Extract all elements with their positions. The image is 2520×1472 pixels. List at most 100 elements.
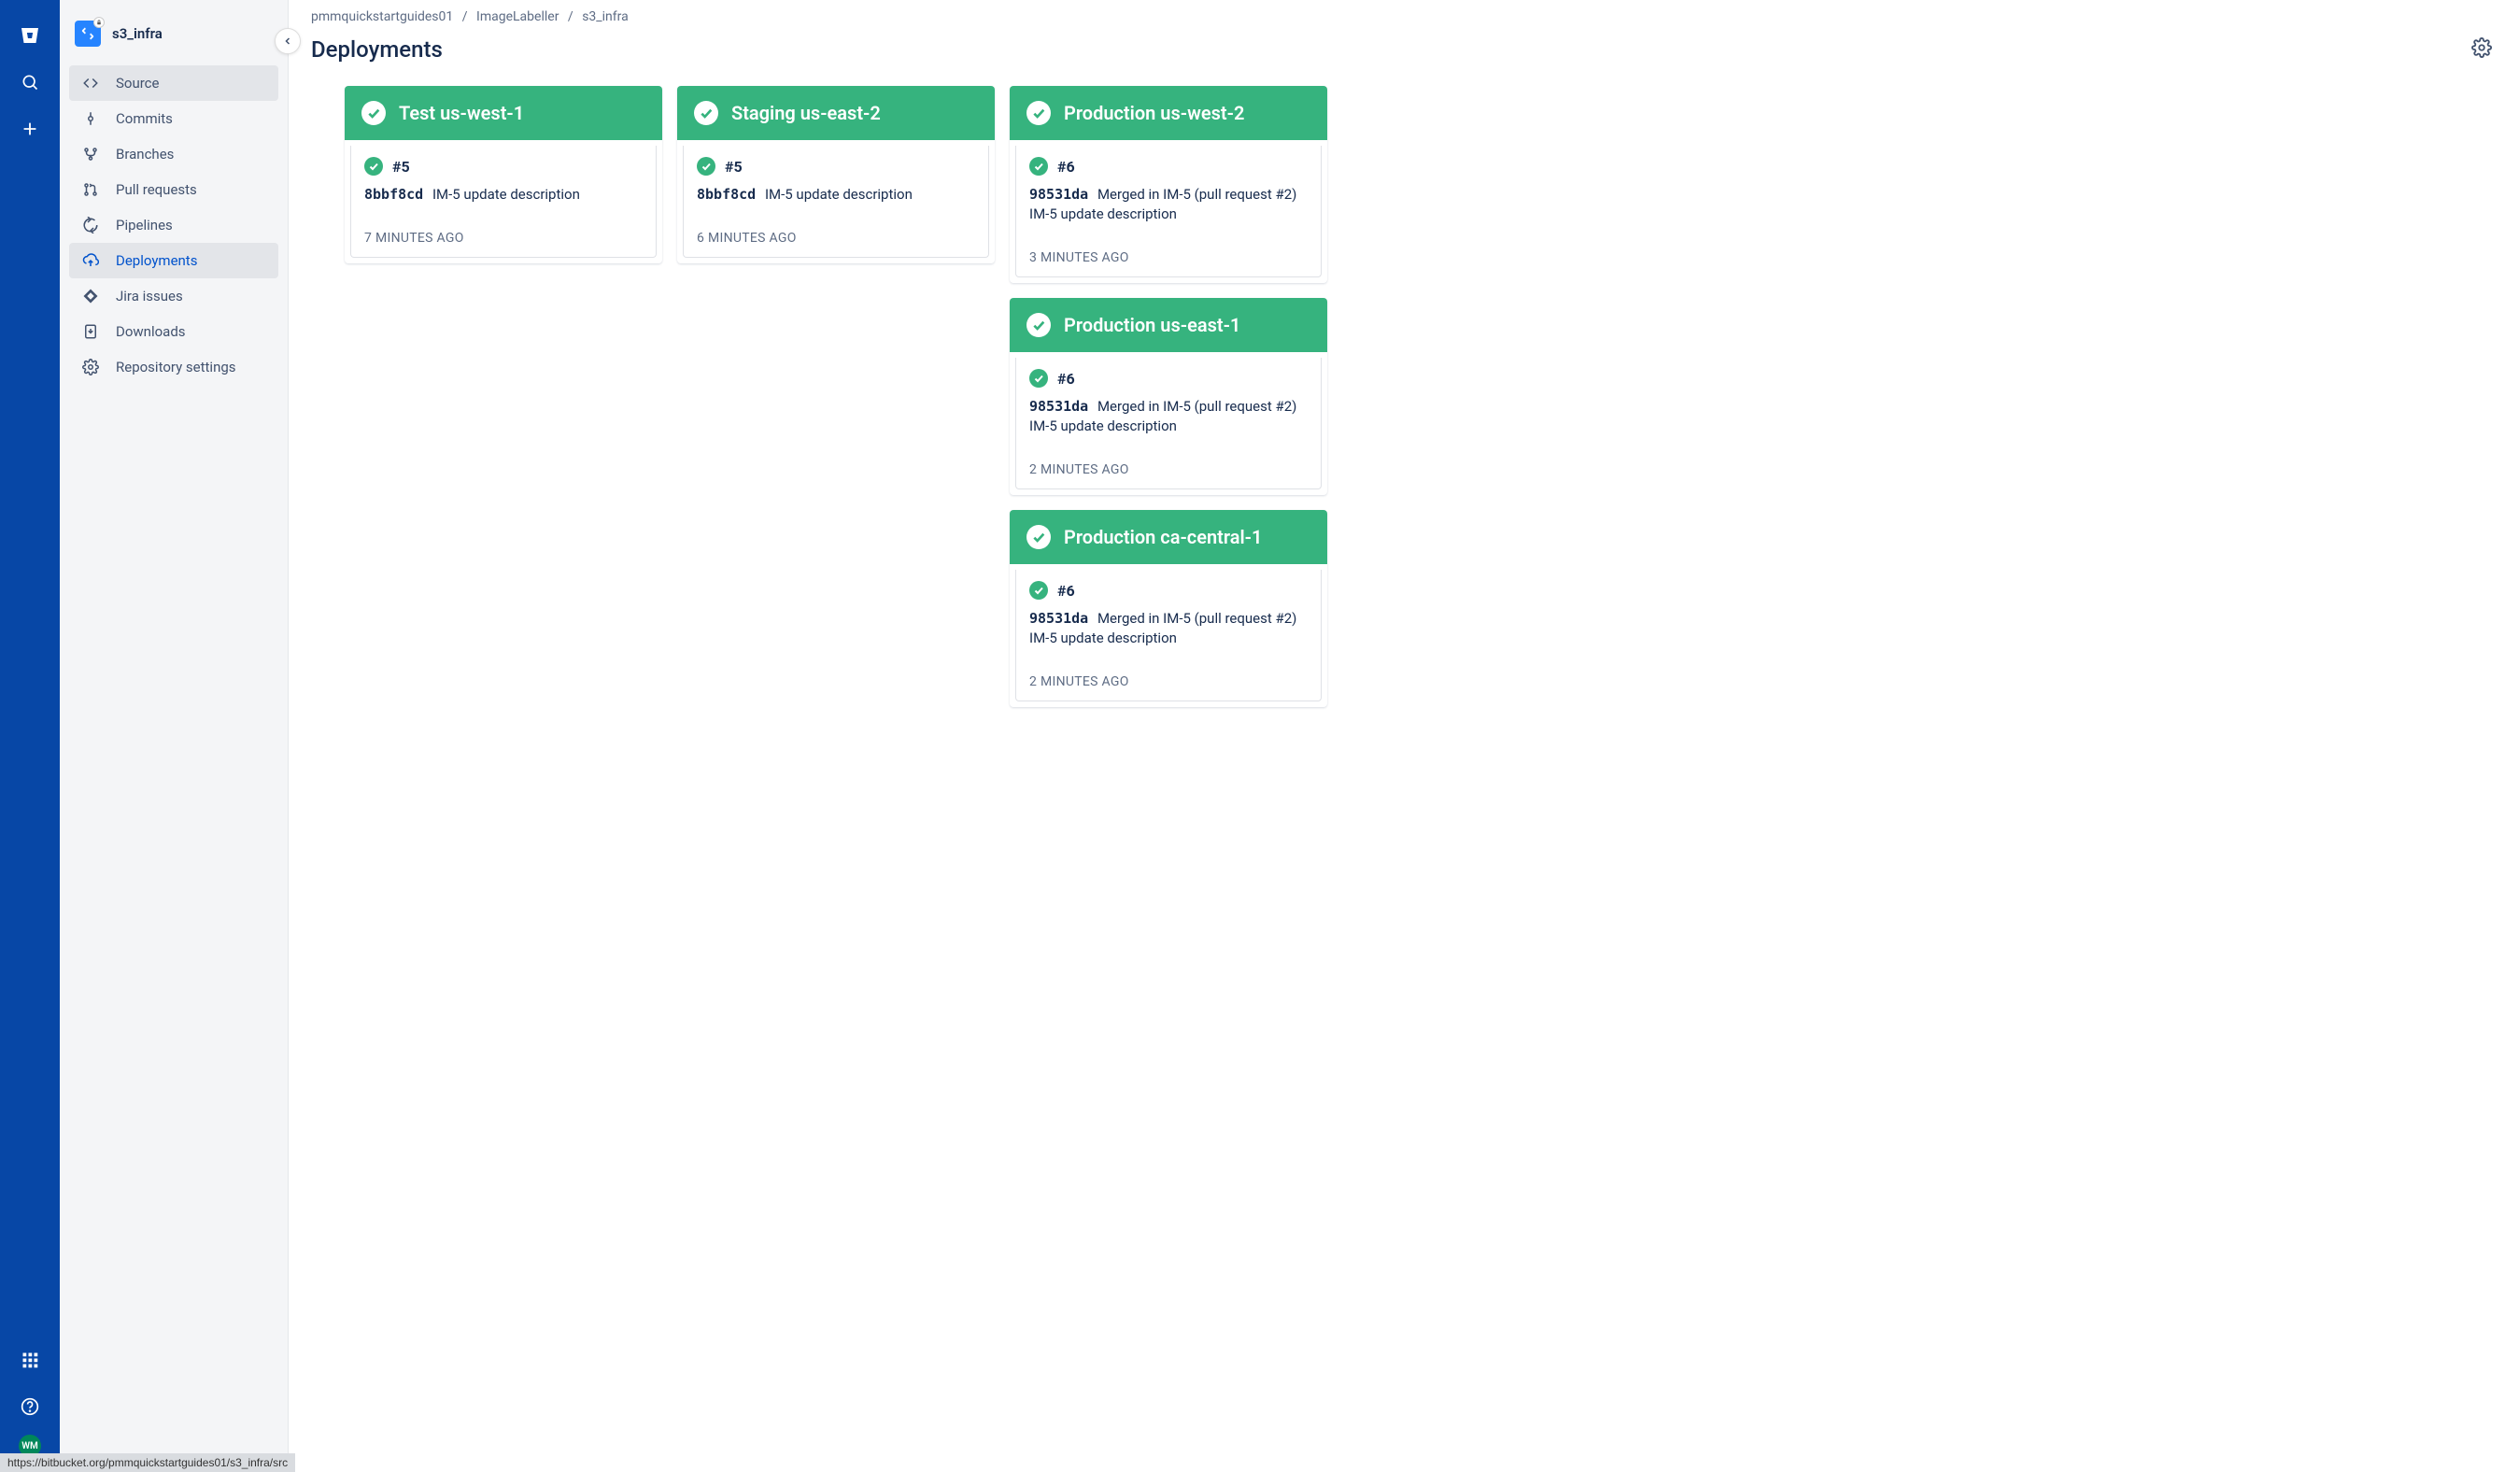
environment-name: Staging us-east-2 [731, 102, 881, 124]
deployment-build[interactable]: #5 [351, 146, 656, 181]
success-check-icon [1029, 157, 1048, 176]
sidebar-item-label: Branches [116, 146, 267, 163]
breadcrumb-item[interactable]: pmmquickstartguides01 [311, 9, 453, 24]
commit-message: IM-5 update description [765, 186, 913, 203]
sidebar-item-label: Pull requests [116, 181, 267, 198]
sidebar-item-label: Repository settings [116, 359, 267, 375]
page-title: Deployments [311, 36, 2466, 63]
deployment-build[interactable]: #6 [1016, 570, 1321, 605]
deployment-time: 2 MINUTES AGO [1016, 659, 1321, 701]
settings-icon [80, 359, 101, 375]
commits-icon [80, 110, 101, 127]
sidebar-item-pipelines[interactable]: Pipelines [69, 207, 278, 243]
global-nav: WM [0, 0, 60, 1472]
pull-requests-icon [80, 181, 101, 198]
commit-line[interactable]: 98531da Merged in IM-5 (pull request #2)… [1016, 605, 1321, 659]
sidebar-item-label: Deployments [116, 252, 267, 269]
environment-card[interactable]: Production ca-central-1 #6 98531da Merge… [1010, 510, 1327, 707]
main-content: pmmquickstartguides01 / ImageLabeller / … [289, 0, 2520, 1472]
environment-card[interactable]: Production us-east-1 #6 98531da Merged i… [1010, 298, 1327, 495]
commit-hash: 98531da [1029, 610, 1088, 627]
deployment-column: Production us-west-2 #6 98531da Merged i… [1010, 86, 1327, 707]
deployment-time: 7 MINUTES AGO [351, 216, 656, 257]
breadcrumb: pmmquickstartguides01 / ImageLabeller / … [289, 0, 2520, 32]
environment-name: Production us-east-1 [1064, 314, 1240, 336]
environment-header: Production ca-central-1 [1010, 510, 1327, 564]
commit-message: IM-5 update description [432, 186, 580, 203]
deployment-time: 3 MINUTES AGO [1016, 235, 1321, 276]
sidebar-item-jira-issues[interactable]: Jira issues [69, 278, 278, 314]
sidebar-item-label: Jira issues [116, 288, 267, 304]
sidebar-item-branches[interactable]: Branches [69, 136, 278, 172]
build-number: #6 [1057, 582, 1075, 600]
breadcrumb-separator: / [568, 9, 573, 24]
environment-name: Production ca-central-1 [1064, 526, 1262, 548]
breadcrumb-item[interactable]: ImageLabeller [476, 9, 559, 24]
create-icon[interactable] [11, 110, 49, 148]
sidebar: s3_infra Source Commits Branches Pull re… [60, 0, 289, 1472]
source-icon [80, 75, 101, 92]
success-check-icon [361, 101, 386, 125]
breadcrumb-item[interactable]: s3_infra [582, 9, 629, 24]
success-check-icon [364, 157, 383, 176]
pipelines-icon [80, 217, 101, 234]
success-check-icon [1029, 581, 1048, 600]
deployment-time: 6 MINUTES AGO [684, 216, 988, 257]
success-check-icon [697, 157, 715, 176]
deployment-column: Staging us-east-2 #5 8bbf8cd IM-5 update… [677, 86, 995, 263]
deployment-body: #6 98531da Merged in IM-5 (pull request … [1015, 146, 1322, 277]
commit-hash: 8bbf8cd [697, 186, 756, 203]
sidebar-item-deployments[interactable]: Deployments [69, 243, 278, 278]
deployment-build[interactable]: #6 [1016, 358, 1321, 393]
build-number: #5 [725, 158, 743, 176]
deployment-body: #6 98531da Merged in IM-5 (pull request … [1015, 358, 1322, 489]
repo-avatar-icon [75, 21, 101, 47]
environment-header: Production us-west-2 [1010, 86, 1327, 140]
commit-line[interactable]: 8bbf8cd IM-5 update description [684, 181, 988, 216]
deployments-icon [80, 252, 101, 269]
search-icon[interactable] [11, 64, 49, 101]
environment-name: Production us-west-2 [1064, 102, 1244, 124]
build-number: #6 [1057, 158, 1075, 176]
repo-name: s3_infra [112, 25, 163, 42]
build-number: #5 [392, 158, 410, 176]
deployment-build[interactable]: #5 [684, 146, 988, 181]
environment-header: Test us-west-1 [345, 86, 662, 140]
sidebar-item-label: Pipelines [116, 217, 267, 234]
help-icon[interactable] [11, 1388, 49, 1425]
lock-icon [93, 17, 105, 28]
environment-card[interactable]: Test us-west-1 #5 8bbf8cd IM-5 update de… [345, 86, 662, 263]
page-settings-button[interactable] [2466, 32, 2498, 67]
commit-line[interactable]: 98531da Merged in IM-5 (pull request #2)… [1016, 181, 1321, 235]
sidebar-item-repo-settings[interactable]: Repository settings [69, 349, 278, 385]
deployment-column: Test us-west-1 #5 8bbf8cd IM-5 update de… [345, 86, 662, 263]
success-check-icon [694, 101, 718, 125]
commit-hash: 8bbf8cd [364, 186, 423, 203]
environment-header: Staging us-east-2 [677, 86, 995, 140]
commit-line[interactable]: 8bbf8cd IM-5 update description [351, 181, 656, 216]
success-check-icon [1029, 369, 1048, 388]
deployment-time: 2 MINUTES AGO [1016, 447, 1321, 488]
deployments-grid: Test us-west-1 #5 8bbf8cd IM-5 update de… [289, 86, 2520, 735]
commit-hash: 98531da [1029, 398, 1088, 415]
sidebar-item-label: Source [116, 75, 267, 92]
collapse-sidebar-button[interactable] [275, 28, 301, 54]
environment-card[interactable]: Production us-west-2 #6 98531da Merged i… [1010, 86, 1327, 283]
sidebar-item-label: Commits [116, 110, 267, 127]
deployment-body: #5 8bbf8cd IM-5 update description 6 MIN… [683, 146, 989, 258]
branches-icon [80, 146, 101, 163]
sidebar-item-commits[interactable]: Commits [69, 101, 278, 136]
success-check-icon [1026, 525, 1051, 549]
sidebar-item-downloads[interactable]: Downloads [69, 314, 278, 349]
bitbucket-logo-icon[interactable] [11, 17, 49, 54]
deployment-build[interactable]: #6 [1016, 146, 1321, 181]
apps-icon[interactable] [11, 1341, 49, 1379]
commit-line[interactable]: 98531da Merged in IM-5 (pull request #2)… [1016, 393, 1321, 447]
repo-header[interactable]: s3_infra [69, 17, 278, 65]
jira-icon [80, 288, 101, 304]
sidebar-item-source[interactable]: Source [69, 65, 278, 101]
breadcrumb-separator: / [462, 9, 468, 24]
status-bar: https://bitbucket.org/pmmquickstartguide… [0, 1453, 295, 1472]
sidebar-item-pull-requests[interactable]: Pull requests [69, 172, 278, 207]
environment-card[interactable]: Staging us-east-2 #5 8bbf8cd IM-5 update… [677, 86, 995, 263]
